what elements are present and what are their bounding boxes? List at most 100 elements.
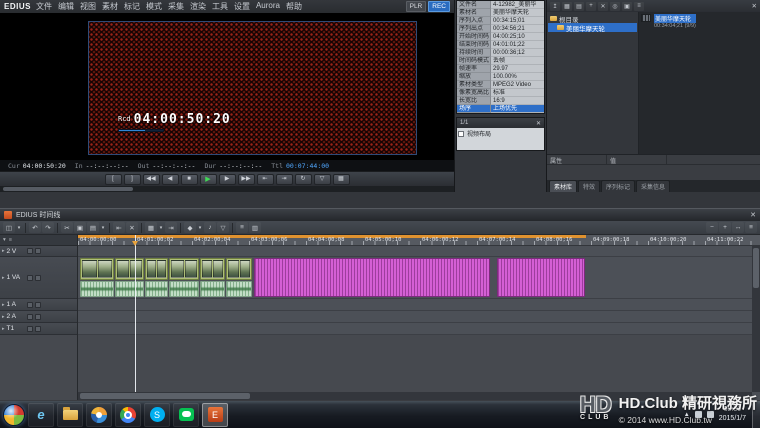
timeline-menu-icon[interactable]: ≡ — [745, 222, 757, 233]
stop-button[interactable]: ■ — [181, 174, 198, 185]
menu-item-11[interactable]: 帮助 — [286, 1, 302, 12]
new-folder-icon[interactable]: + — [586, 2, 596, 11]
track-mute-icon[interactable] — [27, 275, 33, 281]
track-lock-icon[interactable] — [35, 302, 41, 308]
set-out-button[interactable]: ] — [124, 174, 141, 185]
playhead-line[interactable] — [135, 235, 136, 392]
menu-item-9[interactable]: 设置 — [234, 1, 250, 12]
property-row-4[interactable]: 开始时间码04:00:25;10 — [457, 33, 544, 41]
audio-clip-5[interactable] — [226, 281, 252, 297]
track-mute-icon[interactable] — [27, 326, 33, 332]
track-expand-icon[interactable]: ▸ — [2, 326, 5, 332]
paste-icon[interactable]: ▤ — [87, 222, 99, 233]
mode-button-rec[interactable]: REC — [428, 1, 450, 12]
still-clip-1[interactable] — [497, 258, 585, 297]
menu-item-7[interactable]: 渲染 — [190, 1, 206, 12]
timeline-vscroll-thumb[interactable] — [753, 248, 759, 288]
timeline-vertical-scrollbar[interactable] — [752, 246, 760, 392]
up-folder-icon[interactable]: ↥ — [550, 2, 560, 11]
add-marker-icon[interactable]: ▽ — [217, 222, 229, 233]
timeline-titlebar[interactable]: EDIUS 时间线 ✕ — [0, 209, 760, 221]
track-expand-icon[interactable]: ▸ — [2, 302, 5, 308]
show-desktop-button[interactable] — [752, 401, 760, 428]
play-button[interactable]: ▶ — [200, 174, 217, 185]
volume-icon[interactable] — [707, 411, 714, 418]
add-marker-button[interactable]: ▽ — [314, 174, 331, 185]
timeline-track-area[interactable]: 04:00:00;0004:01:00;0204:02:00;0404:03:0… — [78, 235, 760, 400]
delete-icon[interactable]: ✕ — [126, 222, 138, 233]
add-transition-icon[interactable]: ◆ — [184, 222, 196, 233]
edit-mode-icon[interactable]: ▦ — [145, 222, 157, 233]
start-button[interactable] — [3, 404, 25, 426]
menu-item-6[interactable]: 采集 — [168, 1, 184, 12]
timeline-ruler[interactable]: 04:00:00;0004:01:00;0204:02:00;0404:03:0… — [78, 235, 760, 246]
property-row-12[interactable]: 长宽比16:9 — [457, 97, 544, 105]
property-row-13[interactable]: 场序上场优先 — [457, 105, 544, 113]
bin-tree-item-0[interactable]: 根目录 — [548, 14, 637, 23]
property-row-5[interactable]: 结束时间码04:01:01;22 — [457, 41, 544, 49]
audio-clip-4[interactable] — [200, 281, 225, 297]
loop-play-button[interactable]: ↻ — [295, 174, 312, 185]
menu-item-10[interactable]: Aurora — [256, 1, 280, 12]
view-thumbnail-icon[interactable]: ▦ — [562, 2, 572, 11]
preview-scrollbar[interactable] — [0, 186, 454, 192]
video-clip-2[interactable] — [145, 258, 168, 280]
sequence-settings-icon[interactable]: ▥ — [249, 222, 261, 233]
wechat-icon[interactable] — [173, 403, 199, 427]
video-clip-1[interactable] — [115, 258, 144, 280]
track-lock-icon[interactable] — [35, 314, 41, 320]
internet-explorer-icon[interactable]: e — [28, 403, 54, 427]
track-header-1a[interactable]: ▸1 A — [0, 299, 77, 311]
property-row-7[interactable]: 时间码模式丢帧 — [457, 57, 544, 65]
delete-icon[interactable]: ✕ — [598, 2, 608, 11]
track-mute-icon[interactable] — [27, 302, 33, 308]
property-row-2[interactable]: 序列入点00:34:15;01 — [457, 17, 544, 25]
info-effect-item-0[interactable]: 视频布局 — [458, 129, 543, 138]
track-lock-icon[interactable] — [35, 326, 41, 332]
menu-item-4[interactable]: 标记 — [124, 1, 140, 12]
property-row-8[interactable]: 帧速率29.97 — [457, 65, 544, 73]
export-button[interactable]: ▦ — [333, 174, 350, 185]
snap-mode-icon[interactable]: ≡ — [236, 222, 248, 233]
preview-scrollbar-thumb[interactable] — [3, 187, 133, 191]
goto-out-button[interactable]: ⇥ — [276, 174, 293, 185]
bin-tree-item-1[interactable]: 美丽华摩天轮 — [548, 23, 637, 32]
save-icon[interactable]: ◫ — [3, 222, 15, 233]
track-lock-icon[interactable] — [35, 248, 41, 254]
playhead-marker[interactable] — [132, 241, 138, 246]
video-clip-0[interactable] — [80, 258, 114, 280]
rewind-button[interactable]: ◀◀ — [143, 174, 160, 185]
track-lane-1va[interactable] — [78, 257, 752, 299]
bin-tab-2[interactable]: 序列标记 — [601, 180, 635, 192]
fit-timeline-icon[interactable]: ↔ — [732, 222, 744, 233]
next-frame-button[interactable]: ▶ — [219, 174, 236, 185]
track-mute-icon[interactable] — [27, 248, 33, 254]
property-row-6[interactable]: 持续时间00:00:36;12 — [457, 49, 544, 57]
checkbox-icon[interactable] — [458, 131, 464, 137]
track-header-2a[interactable]: ▸2 A — [0, 311, 77, 323]
track-lane-2a[interactable] — [78, 311, 752, 323]
audio-clip-0[interactable] — [80, 281, 114, 297]
track-expand-icon[interactable]: ▸ — [2, 314, 5, 320]
panel-menu-icon[interactable]: ≡ — [634, 2, 644, 11]
track-mute-icon[interactable] — [27, 314, 33, 320]
property-row-11[interactable]: 像素宽高比标准 — [457, 89, 544, 97]
skype-icon[interactable]: S — [144, 403, 170, 427]
bin-clip-item-0[interactable]: 美丽华摩天轮00:34:04;21 (9/9) — [641, 14, 758, 29]
track-header-1va[interactable]: ▸1 VA — [0, 257, 77, 299]
save-menu-icon[interactable]: ▾ — [16, 222, 22, 233]
track-lock-icon[interactable] — [35, 275, 41, 281]
video-clip-5[interactable] — [226, 258, 252, 280]
bin-tab-3[interactable]: 采集信息 — [636, 180, 670, 192]
taskbar-clock[interactable]: 05:59 2015/1/7 — [719, 406, 746, 424]
redo-icon[interactable]: ↷ — [42, 222, 54, 233]
edit-mode-menu-icon[interactable]: ▾ — [158, 222, 164, 233]
menu-item-2[interactable]: 视图 — [80, 1, 96, 12]
view-detail-icon[interactable]: ▤ — [574, 2, 584, 11]
track-header-t1[interactable]: ▸T1 — [0, 323, 77, 335]
video-clip-3[interactable] — [169, 258, 199, 280]
cut-icon[interactable]: ✂ — [61, 222, 73, 233]
tray-expand-icon[interactable]: ▲ — [684, 412, 690, 418]
audio-clip-3[interactable] — [169, 281, 199, 297]
chrome-icon[interactable] — [115, 403, 141, 427]
